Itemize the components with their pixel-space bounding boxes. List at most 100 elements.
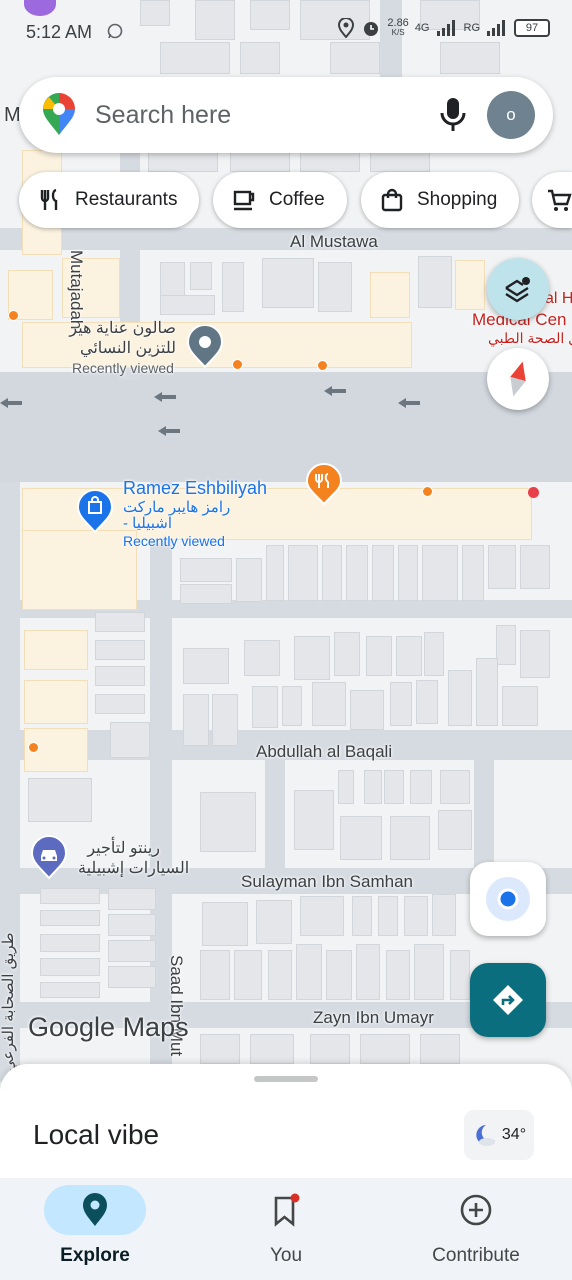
poi-dot[interactable] — [528, 487, 539, 498]
building — [268, 950, 292, 1000]
account-avatar[interactable]: o — [487, 91, 535, 139]
building — [502, 686, 538, 726]
nav-you[interactable]: You — [191, 1178, 381, 1280]
chip-shopping[interactable]: Shopping — [361, 172, 520, 228]
building — [95, 694, 145, 714]
building — [200, 950, 230, 1000]
building — [40, 982, 100, 998]
nav-label: Contribute — [432, 1245, 520, 1266]
my-location-button[interactable] — [470, 862, 546, 936]
building — [95, 666, 145, 686]
nav-explore[interactable]: Explore — [0, 1178, 190, 1280]
network-type: 4G — [414, 22, 430, 34]
place-name-medical-line3[interactable]: ال الصحة الطبي — [488, 330, 572, 347]
building — [390, 682, 412, 726]
building — [310, 1034, 350, 1064]
layers-icon — [505, 277, 530, 303]
building — [190, 262, 212, 290]
weather-badge[interactable]: 34° — [464, 1110, 534, 1160]
traffic-arrow-icon — [158, 426, 180, 436]
place-name-salon[interactable]: صالون عناية هير — [66, 318, 176, 338]
traffic-arrow-icon — [154, 392, 176, 402]
chip-label: Restaurants — [75, 189, 178, 210]
microphone-icon[interactable] — [437, 95, 469, 135]
nav-contribute[interactable]: Contribute — [381, 1178, 571, 1280]
building — [40, 934, 100, 952]
place-name-medical[interactable]: al H — [545, 290, 572, 308]
building — [422, 545, 458, 601]
building — [334, 632, 360, 676]
building — [212, 694, 238, 746]
building — [294, 636, 330, 680]
building — [40, 958, 100, 976]
building — [222, 262, 244, 312]
building — [338, 770, 354, 804]
layers-button[interactable] — [487, 258, 549, 320]
signal-icon — [487, 20, 505, 36]
network-type-2: RG — [463, 22, 481, 34]
building — [386, 950, 410, 1000]
road-label: Abdullah al Baqali — [256, 742, 393, 761]
restaurant-pin-icon[interactable] — [304, 462, 344, 506]
place-pin-icon[interactable] — [186, 325, 224, 369]
speed-unit: K/S — [391, 28, 405, 37]
building — [390, 816, 430, 860]
building — [366, 636, 392, 676]
moon-cloud-icon — [476, 1125, 495, 1146]
building — [250, 1034, 294, 1064]
whatsapp-icon — [107, 23, 123, 39]
zone — [24, 680, 88, 724]
building — [364, 770, 382, 804]
building — [183, 648, 229, 684]
recently-viewed-label: Recently viewed — [123, 533, 225, 549]
building — [378, 896, 398, 936]
speed-value: 2.86 — [387, 17, 409, 29]
location-dot-icon — [486, 877, 530, 921]
sheet-title: Local vibe — [33, 1119, 160, 1150]
search-input[interactable]: Search here — [95, 101, 437, 130]
directions-button[interactable] — [470, 963, 546, 1037]
building — [496, 625, 516, 665]
poi-dot[interactable] — [8, 310, 19, 321]
compass-button[interactable] — [487, 348, 549, 410]
place-name-ramez-arabic-2[interactable]: - اشبيليا — [123, 514, 172, 532]
traffic-arrow-icon — [324, 386, 346, 396]
place-name-salon-line2[interactable]: للتزين النسائي — [66, 338, 176, 358]
sheet-drag-handle[interactable] — [254, 1076, 318, 1082]
building — [520, 630, 550, 678]
building — [300, 896, 344, 936]
poi-dot[interactable] — [317, 360, 328, 371]
building — [288, 545, 318, 601]
place-name-car-rental-line2[interactable]: السيارات إشبيلية — [78, 858, 189, 878]
building — [266, 545, 284, 601]
chip-label: Coffee — [269, 189, 325, 210]
building — [396, 636, 422, 676]
chip-coffee[interactable]: Coffee — [213, 172, 347, 228]
nav-icon-wrap — [235, 1185, 337, 1235]
building — [110, 722, 150, 758]
car-rental-pin-icon[interactable] — [30, 834, 68, 880]
google-maps-logo: Google Maps — [28, 1012, 189, 1042]
directions-icon — [493, 985, 523, 1015]
app-icon — [24, 0, 56, 16]
poi-dot[interactable] — [28, 742, 39, 753]
place-name-ramez[interactable]: Ramez Eshbiliyah — [123, 478, 267, 499]
building — [108, 914, 156, 936]
bookmark-icon — [274, 1193, 300, 1227]
building — [398, 545, 418, 601]
building — [410, 770, 432, 804]
building — [148, 152, 218, 172]
place-name-car-rental[interactable]: رينتو لتأجير — [80, 838, 160, 858]
building — [404, 896, 428, 936]
poi-dot[interactable] — [232, 359, 243, 370]
road-label: طريق الصحابة الفرعي — [0, 932, 17, 1072]
search-bar[interactable]: Search here o — [19, 77, 553, 153]
shopping-pin-icon[interactable] — [76, 488, 114, 534]
building — [370, 152, 430, 172]
building — [326, 950, 352, 1000]
building — [234, 950, 262, 1000]
chip-restaurants[interactable]: Restaurants — [19, 172, 200, 228]
building — [108, 966, 156, 988]
building — [462, 545, 484, 601]
poi-dot[interactable] — [422, 486, 433, 497]
